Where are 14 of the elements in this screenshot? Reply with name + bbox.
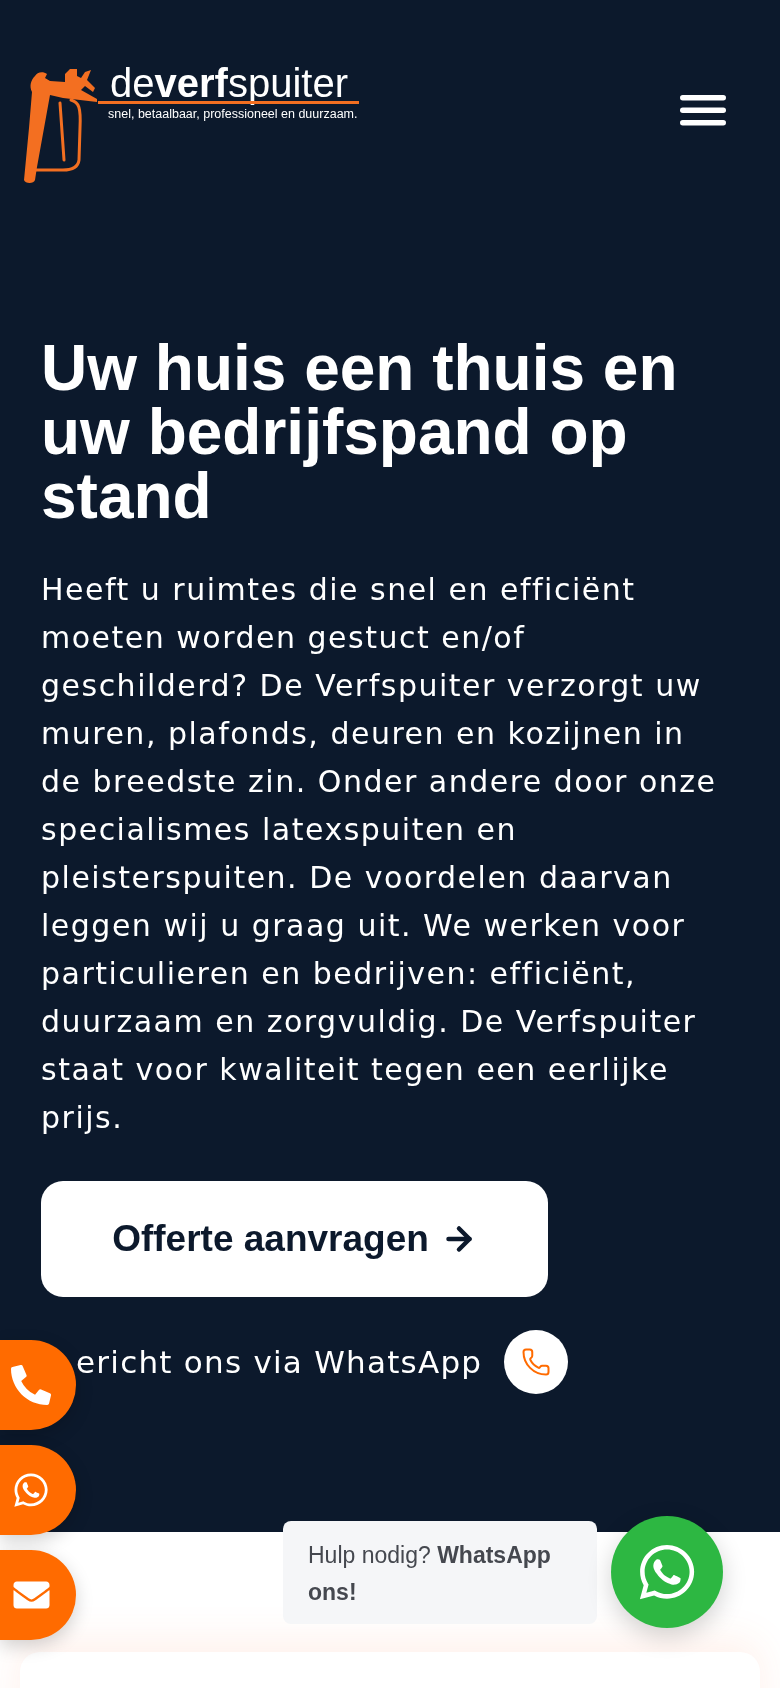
chat-bubble: Hulp nodig? WhatsApp ons! — [283, 1521, 597, 1624]
quote-request-button[interactable]: Offerte aanvragen — [41, 1181, 548, 1297]
logo-wordmark: deverfspuiter — [110, 60, 349, 106]
logo-tagline: snel, betaalbaar, professioneel en duurzaam. — [108, 106, 359, 122]
whatsapp-icon — [12, 1471, 50, 1509]
hero-heading: Uw huis een thuis en uw bedrijfspand op stand — [41, 336, 679, 528]
whatsapp-button[interactable] — [0, 1445, 76, 1535]
whatsapp-link[interactable]: ericht ons via WhatsApp — [76, 1342, 483, 1382]
email-button[interactable] — [0, 1550, 76, 1640]
phone-icon — [521, 1347, 552, 1377]
menu-button[interactable] — [680, 95, 726, 126]
menu-icon — [680, 95, 726, 126]
phone-icon — [11, 1365, 51, 1405]
hero-description: Heeft u ruimtes die snel en efficiënt moeten worden gestuct en/of geschilderd? De Verfspuiter verzorgt uw muren, plafonds, deuren en kozijnen in de breedste zin. Onder andere door onze specialismes latexspuiten en pleisterspuiten. De voordelen daarvan leggen wij u graag uit. We werken voor particulieren en bedrijven: efficiënt, duurzaam en zorgvuldig. De Verfspuiter staat voor kwaliteit tegen een eerlijke prijs. — [41, 571, 718, 1137]
